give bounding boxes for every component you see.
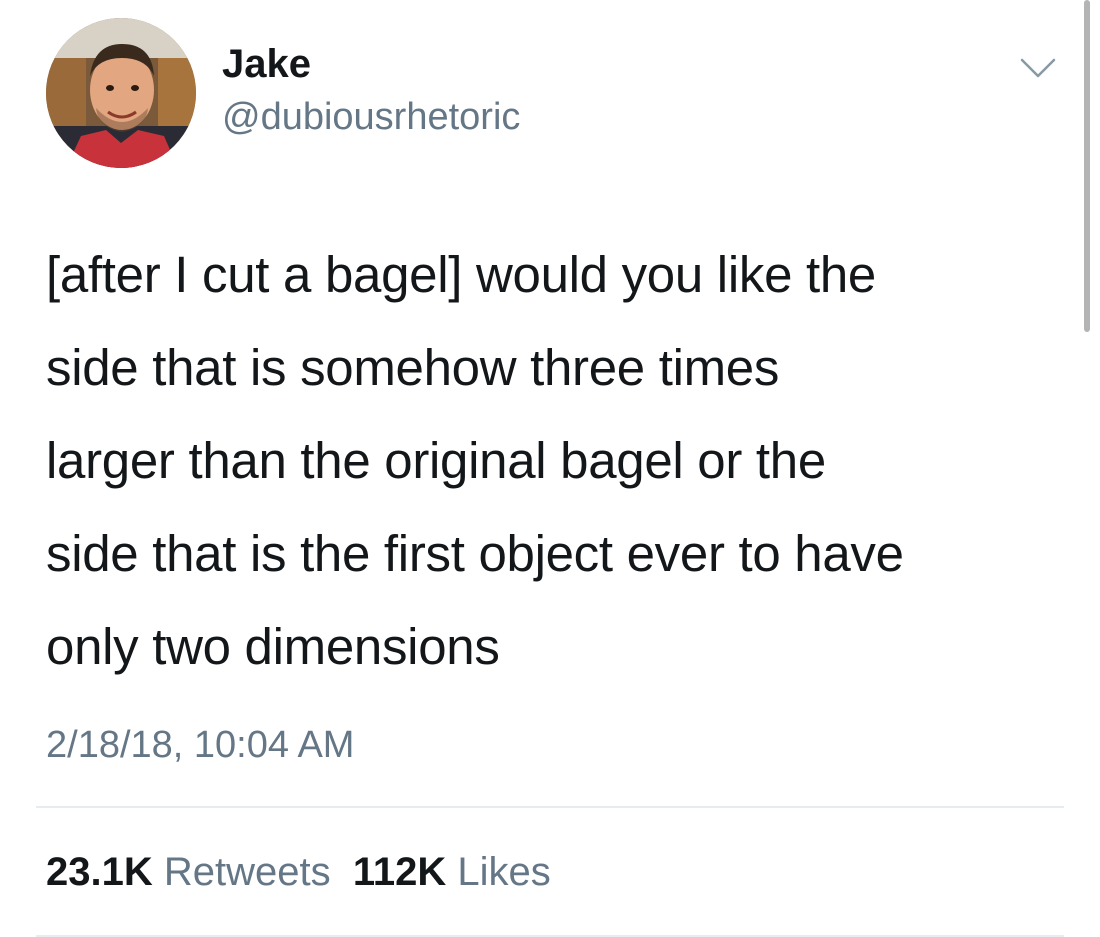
chevron-down-icon[interactable]: [1018, 54, 1058, 82]
user-handle[interactable]: @dubiousrhetoric: [222, 95, 520, 139]
likes-stat[interactable]: 112K Likes: [353, 850, 551, 894]
display-name[interactable]: Jake: [222, 40, 311, 88]
retweets-label: Retweets: [163, 850, 331, 894]
retweets-count: 23.1K: [46, 850, 153, 894]
tweet-timestamp: 2/18/18, 10:04 AM: [46, 724, 355, 766]
tweet-stats: 23.1K Retweets 112K Likes: [46, 848, 551, 896]
tweet-text-line: side that is the first object ever to ha…: [46, 525, 904, 582]
tweet-text: [after I cut a bagel] would you like the…: [46, 228, 1056, 693]
avatar[interactable]: [46, 18, 196, 168]
likes-count: 112K: [352, 850, 447, 894]
scrollbar[interactable]: [1084, 0, 1090, 332]
tweet-text-line: only two dimensions: [46, 618, 500, 675]
tweet-text-line: [after I cut a bagel] would you like the: [46, 246, 876, 303]
tweet-text-line: side that is somehow three times: [46, 339, 780, 396]
likes-label: Likes: [457, 850, 551, 894]
tweet-text-line: larger than the original bagel or the: [46, 432, 826, 489]
divider: [36, 806, 1064, 808]
avatar-image: [46, 18, 196, 168]
retweets-stat[interactable]: 23.1K Retweets: [46, 850, 331, 894]
